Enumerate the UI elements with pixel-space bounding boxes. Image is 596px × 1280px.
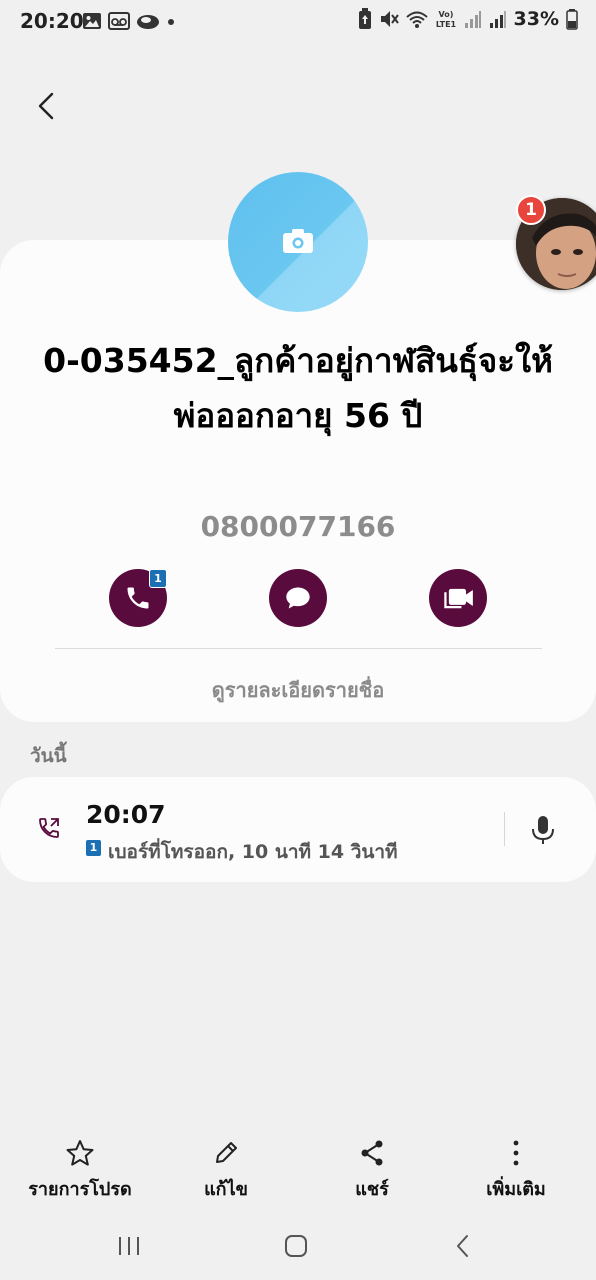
call-time: 20:07 <box>86 800 166 829</box>
home-icon[interactable] <box>283 1233 309 1259</box>
contact-card <box>0 240 596 722</box>
battery-percent: 33% <box>513 8 559 30</box>
signal-icon <box>464 11 481 28</box>
more-vert-icon <box>513 1140 519 1166</box>
video-call-button[interactable] <box>429 569 487 627</box>
contact-phone-number: 0800077166 <box>200 510 396 543</box>
favorite-button[interactable]: รายการโปรด <box>10 1138 150 1203</box>
pencil-icon <box>216 1142 237 1163</box>
section-label-today: วันนี้ <box>30 745 67 767</box>
cloud-icon <box>137 15 159 29</box>
notification-icons <box>82 10 176 32</box>
favorite-label: รายการโปรด <box>28 1179 132 1200</box>
battery-saver-icon <box>358 8 371 29</box>
svg-text:LTE1: LTE1 <box>435 20 456 29</box>
navigation-bar <box>0 1212 596 1280</box>
sim-badge: 1 <box>86 840 101 856</box>
more-options-label: เพิ่มเติม <box>486 1179 546 1200</box>
system-icons: Vo) LTE1 33% <box>358 8 578 30</box>
call-recording-button[interactable] <box>530 815 556 845</box>
svg-text:Vo): Vo) <box>438 10 453 19</box>
dot-icon <box>168 19 174 25</box>
notification-badge: 1 <box>516 195 546 225</box>
share-button[interactable]: แชร์ <box>302 1138 442 1203</box>
phone-icon <box>127 587 149 609</box>
signal-icon <box>489 11 506 28</box>
image-icon <box>83 13 101 29</box>
divider <box>504 812 505 846</box>
edit-button[interactable]: แก้ไข <box>156 1138 296 1203</box>
more-options-button[interactable]: เพิ่มเติม <box>446 1138 586 1203</box>
edit-label: แก้ไข <box>204 1179 248 1200</box>
back-nav-icon[interactable] <box>450 1233 476 1259</box>
contact-name: 0-035452_ลูกค้าอยู่กาฬสินธุ์จะให้พ่อออกอ… <box>43 341 553 435</box>
share-label: แชร์ <box>355 1179 389 1200</box>
volte-icon: Vo)LTE1 <box>435 10 456 29</box>
outgoing-call-icon <box>39 818 59 838</box>
divider <box>55 648 542 649</box>
microphone-icon <box>532 816 554 844</box>
video-camera-icon <box>444 588 473 609</box>
voicemail-icon <box>108 12 130 30</box>
sim-badge: 1 <box>149 569 167 588</box>
wifi-icon <box>405 11 428 28</box>
camera-icon <box>283 229 313 253</box>
status-bar: 20:20 Vo) LTE1 33% <box>0 0 596 44</box>
chat-bubble-icon <box>286 587 310 609</box>
battery-icon <box>566 9 578 30</box>
chevron-left-icon <box>38 92 54 120</box>
message-button[interactable] <box>269 569 327 627</box>
mute-icon <box>380 11 399 27</box>
recent-apps-icon[interactable] <box>116 1234 142 1258</box>
share-icon <box>361 1140 383 1166</box>
back-button[interactable] <box>30 88 66 124</box>
call-description: เบอร์ที่โทรออก, 10 นาที 14 วินาที <box>108 841 398 863</box>
star-icon <box>66 1140 94 1166</box>
status-time: 20:20 <box>20 9 84 33</box>
view-contact-details-link[interactable]: ดูรายละเอียดรายชื่อ <box>0 674 596 706</box>
